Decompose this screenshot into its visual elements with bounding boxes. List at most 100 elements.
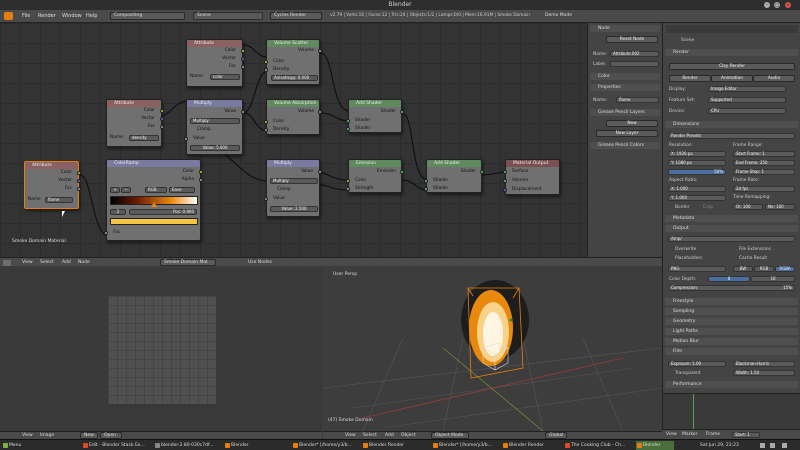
socket-color-in[interactable] bbox=[346, 179, 350, 183]
node-label-field[interactable] bbox=[610, 61, 659, 67]
scene-select[interactable]: Scene bbox=[193, 12, 263, 20]
device-select[interactable]: CPU bbox=[708, 108, 786, 114]
feature-set-select[interactable]: Supported bbox=[708, 97, 786, 103]
socket-density-in[interactable] bbox=[264, 68, 268, 72]
socket-displacement-in[interactable] bbox=[503, 188, 507, 192]
socket-value-in[interactable] bbox=[264, 197, 268, 201]
operation-select[interactable]: Multiply bbox=[270, 178, 318, 184]
volume-icon[interactable] bbox=[770, 443, 775, 448]
new-image-button[interactable]: New bbox=[80, 432, 98, 439]
socket-shader-in-b[interactable] bbox=[346, 127, 350, 131]
properties-tab-bar[interactable] bbox=[666, 25, 798, 33]
task-blender-1[interactable]: Blender bbox=[224, 441, 292, 450]
node-volume-scatter[interactable]: Volume Scatter Volume Color Density Anis… bbox=[264, 39, 322, 85]
panel-properties-header[interactable]: Properties bbox=[590, 84, 660, 91]
socket-vector[interactable] bbox=[77, 179, 81, 183]
placeholders-checkbox[interactable]: Placeholders bbox=[675, 256, 702, 261]
interpolation-select[interactable]: Ease bbox=[169, 187, 195, 193]
cache-result-checkbox[interactable]: Cache Result bbox=[739, 256, 767, 261]
socket-volume-out[interactable] bbox=[318, 49, 322, 53]
socket-color[interactable] bbox=[160, 109, 164, 113]
socket-color-out[interactable] bbox=[199, 170, 203, 174]
add-stop-button[interactable]: + bbox=[110, 187, 120, 193]
value-field[interactable]: Value: 5.000 bbox=[190, 145, 240, 151]
clamp-checkbox[interactable]: Clamp bbox=[187, 127, 242, 132]
panel-color-header[interactable]: Color bbox=[590, 73, 660, 80]
attribute-name-field[interactable]: flame bbox=[45, 197, 73, 203]
time-remap-old-field[interactable]: Ol: 100 bbox=[733, 204, 763, 210]
socket-shader-out[interactable] bbox=[400, 110, 404, 114]
socket-fac-in[interactable] bbox=[104, 231, 108, 235]
menu-view[interactable]: View bbox=[666, 432, 677, 437]
maximize-icon[interactable]: □ bbox=[774, 2, 780, 8]
resolution-percent-slider[interactable]: 50% bbox=[668, 169, 726, 175]
menu-marker[interactable]: Marker bbox=[682, 432, 698, 437]
socket-density-in[interactable] bbox=[264, 128, 268, 132]
file-format-select[interactable]: PNG bbox=[668, 266, 726, 272]
node-add-shader-2[interactable]: Add Shader Shader Shader Shader bbox=[424, 159, 484, 193]
panel-light-paths-header[interactable]: Light Paths bbox=[665, 328, 798, 335]
task-render-2[interactable]: Blender Render bbox=[502, 441, 564, 450]
node-attribute-density[interactable]: Attribute Color Vector Fac Name: density bbox=[106, 99, 164, 147]
color-depth-8-button[interactable]: 8 bbox=[708, 276, 750, 282]
clay-render-button[interactable]: Clay Render bbox=[669, 63, 795, 70]
task-blender-2[interactable]: Blender* [/home/y3/b... bbox=[292, 441, 362, 450]
image-editor[interactable] bbox=[0, 268, 322, 431]
menu-help[interactable]: Help bbox=[86, 13, 97, 19]
timeline-graph[interactable] bbox=[663, 393, 800, 431]
panel-freestyle-header[interactable]: Freestyle bbox=[665, 298, 798, 305]
start-frame-field[interactable]: Start: 1 bbox=[732, 432, 760, 438]
panel-grease-pencil-header[interactable]: Grease Pencil Layers bbox=[590, 109, 660, 116]
transparent-checkbox[interactable]: Transparent bbox=[675, 371, 700, 376]
stop-color-swatch[interactable] bbox=[110, 218, 198, 225]
color-bw-button[interactable]: BW bbox=[733, 266, 753, 272]
menu-view[interactable]: View bbox=[22, 433, 33, 438]
audio-button[interactable]: Audio bbox=[753, 75, 795, 82]
active-stop-field[interactable]: 2 bbox=[110, 209, 126, 215]
new-grease-pencil-button[interactable]: New bbox=[606, 120, 658, 127]
task-blender-active[interactable]: Blender bbox=[636, 441, 674, 450]
menu-select[interactable]: Select bbox=[40, 260, 54, 265]
panel-render-header[interactable]: Render bbox=[665, 49, 798, 56]
node-material-output[interactable]: Material Output Surface Volume Displacem… bbox=[503, 159, 560, 195]
transform-orientation-select[interactable]: Global bbox=[545, 432, 567, 439]
open-image-button[interactable]: Open bbox=[100, 432, 122, 439]
menu-image[interactable]: Image bbox=[40, 433, 54, 438]
render-button[interactable]: Render bbox=[669, 75, 711, 82]
menu-frame[interactable]: Frame bbox=[706, 432, 720, 437]
new-layer-button[interactable]: New Layer bbox=[596, 130, 658, 137]
menu-object[interactable]: Object bbox=[401, 433, 416, 438]
menu-file[interactable]: File bbox=[22, 13, 30, 19]
menu-view[interactable]: View bbox=[22, 260, 33, 265]
menu-view[interactable]: View bbox=[345, 433, 356, 438]
task-blender-folder[interactable]: blender-2.80-030c7df... bbox=[154, 441, 224, 450]
panel-dimensions-header[interactable]: Dimensions bbox=[665, 121, 798, 128]
socket-color-in[interactable] bbox=[264, 120, 268, 124]
socket-emission-out[interactable] bbox=[400, 170, 404, 174]
filter-width-field[interactable]: Width: 1.50 bbox=[733, 370, 795, 376]
material-select[interactable]: Smoke Domain Mat bbox=[160, 259, 216, 266]
socket-vector[interactable] bbox=[160, 117, 164, 121]
interaction-mode-select[interactable]: Object Mode bbox=[431, 432, 469, 439]
node-multiply-2[interactable]: Multiply Value Multiply Clamp Value Valu… bbox=[264, 159, 322, 217]
aspect-x-field[interactable]: X: 1.000 bbox=[668, 186, 726, 192]
attribute-name-field[interactable]: color bbox=[210, 74, 240, 80]
node-editor[interactable]: Attribute Color Vector Fac Name: color V… bbox=[0, 23, 587, 257]
blender-logo-icon[interactable] bbox=[4, 12, 13, 20]
panel-motion-blur-header[interactable]: Motion Blur bbox=[665, 338, 798, 345]
socket-value-out[interactable] bbox=[318, 170, 322, 174]
task-edit-stack[interactable]: Edit - Blender Stack Ex... bbox=[82, 441, 152, 450]
network-icon[interactable] bbox=[760, 443, 765, 448]
display-select[interactable]: Image Editor bbox=[708, 86, 786, 92]
clamp-checkbox[interactable]: Clamp bbox=[267, 187, 319, 192]
end-frame-field[interactable]: End Frame: 250 bbox=[733, 160, 795, 166]
menu-select[interactable]: Select bbox=[363, 433, 377, 438]
menu-add[interactable]: Add bbox=[62, 260, 71, 265]
node-name-field[interactable]: Attribute.002 bbox=[610, 51, 659, 57]
task-cooking-club[interactable]: The Cooking Club - Ch... bbox=[564, 441, 636, 450]
socket-shader-in-b[interactable] bbox=[424, 187, 428, 191]
task-render-1[interactable]: Blender Render bbox=[362, 441, 432, 450]
attribute-name-field[interactable]: flame bbox=[616, 97, 659, 103]
pixel-filter-select[interactable]: Blackman-Harris bbox=[733, 361, 795, 367]
render-presets-select[interactable]: Render Presets bbox=[668, 133, 795, 139]
